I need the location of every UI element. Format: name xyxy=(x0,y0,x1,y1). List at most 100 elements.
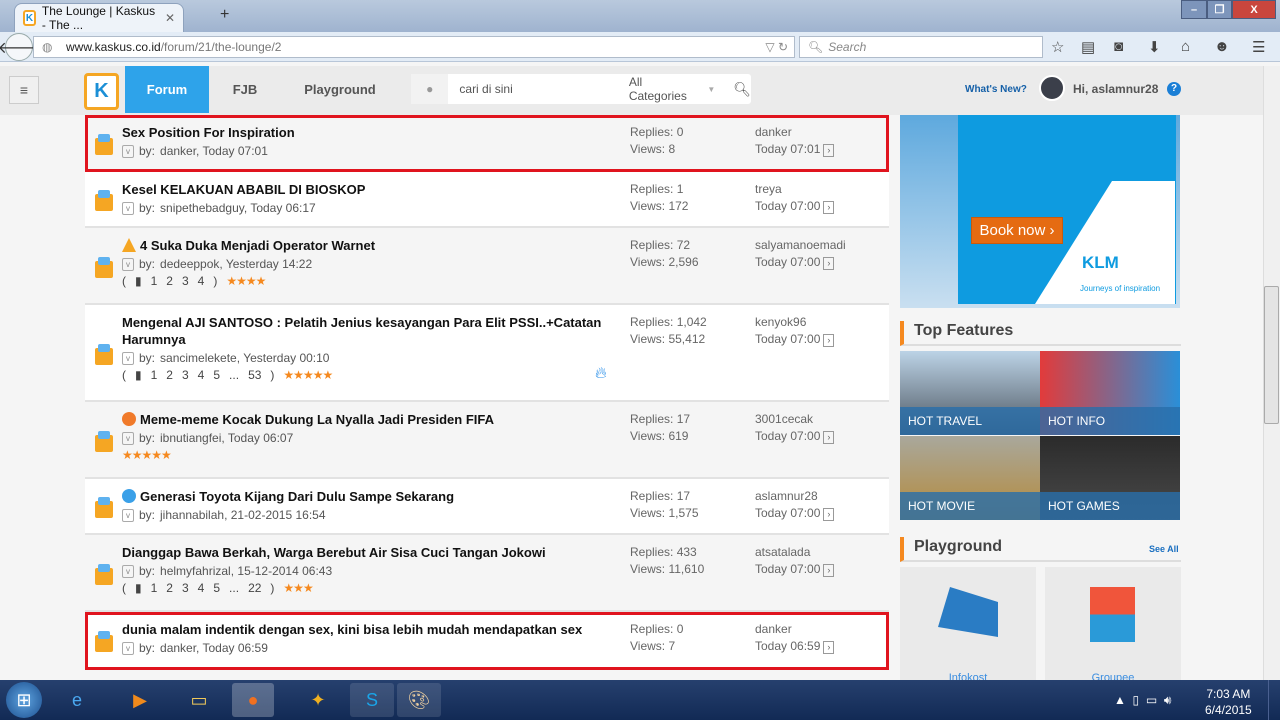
thread-row[interactable]: dunia malam indentik dengan sex, kini bi… xyxy=(85,612,889,670)
tray-icons[interactable]: ▲ ▯ ▭ 🔊︎ xyxy=(1114,693,1171,708)
page-link[interactable]: 53 xyxy=(248,368,261,382)
thread-row[interactable]: Meme-meme Kocak Dukung La Nyalla Jadi Pr… xyxy=(85,402,889,479)
thread-dropdown-icon[interactable]: v xyxy=(122,144,134,158)
thread-author[interactable]: ibnutiangfei xyxy=(160,431,221,445)
show-desktop-button[interactable] xyxy=(1268,680,1280,720)
page-link[interactable]: 2 xyxy=(166,581,173,595)
go-to-last-post-icon[interactable]: › xyxy=(823,201,835,214)
thread-title-text[interactable]: 4 Suka Duka Menjadi Operator Warnet xyxy=(140,238,375,253)
page-link[interactable]: 22 xyxy=(248,581,261,595)
thread-title-text[interactable]: Dianggap Bawa Berkah, Warga Berebut Air … xyxy=(122,545,546,560)
site-search-input[interactable]: cari di sini xyxy=(459,82,616,96)
page-link[interactable]: 4 xyxy=(198,581,205,595)
thread-title-text[interactable]: Generasi Toyota Kijang Dari Dulu Sampe S… xyxy=(140,489,454,504)
thread-title-text[interactable]: Kesel KELAKUAN ABABIL DI BIOSKOP xyxy=(122,182,365,197)
tile-hot-info[interactable]: HOT INFO xyxy=(1040,351,1180,435)
go-to-last-post-icon[interactable]: › xyxy=(823,144,835,157)
thread-row[interactable]: Kesel KELAKUAN ABABIL DI BIOSKOP v by: snip… xyxy=(85,172,889,228)
media-player-icon[interactable]: ▶ xyxy=(118,683,162,717)
thread-title-text[interactable]: Mengenal AJI SANTOSO : Pelatih Jenius ke… xyxy=(122,315,601,347)
start-button[interactable]: ⊞ xyxy=(6,682,42,718)
thread-author[interactable]: snipethebadguy xyxy=(160,201,244,215)
thread-title[interactable]: Generasi Toyota Kijang Dari Dulu Sampe S… xyxy=(122,488,622,505)
see-all-link[interactable]: See All xyxy=(1149,544,1179,554)
thread-title[interactable]: Sex Position For Inspiration xyxy=(122,124,622,141)
thread-dropdown-icon[interactable]: v xyxy=(122,641,134,655)
user-greeting[interactable]: Hi, aslamnur28 xyxy=(1073,82,1158,96)
go-to-last-post-icon[interactable]: › xyxy=(823,641,835,654)
paint-icon[interactable]: 🎨︎ xyxy=(397,683,441,717)
close-window-button[interactable]: X xyxy=(1232,0,1276,19)
whats-new-link[interactable]: What's New? xyxy=(965,84,1027,95)
page-link[interactable]: 4 xyxy=(198,368,205,382)
thread-author[interactable]: danker xyxy=(160,641,196,655)
thread-title[interactable]: Meme-meme Kocak Dukung La Nyalla Jadi Pr… xyxy=(122,411,622,428)
thread-title[interactable]: 4 Suka Duka Menjadi Operator Warnet xyxy=(122,237,622,254)
go-to-last-post-icon[interactable]: › xyxy=(823,564,835,577)
new-tab-icon[interactable]: + xyxy=(220,6,229,24)
thread-title[interactable]: Kesel KELAKUAN ABABIL DI BIOSKOP xyxy=(122,181,622,198)
thread-dropdown-icon[interactable]: v xyxy=(122,201,134,215)
thread-author[interactable]: helmyfahrizal xyxy=(160,564,231,578)
tile-hot-games[interactable]: HOT GAMES xyxy=(1040,436,1180,520)
page-link[interactable]: 1 xyxy=(151,581,158,595)
thread-row[interactable]: Generasi Toyota Kijang Dari Dulu Sampe S… xyxy=(85,479,889,535)
reload-icon[interactable]: ▽ ↻ xyxy=(765,40,788,54)
go-to-last-post-icon[interactable]: › xyxy=(823,431,835,444)
file-explorer-icon[interactable]: ▭ xyxy=(177,683,221,717)
thread-author[interactable]: danker xyxy=(160,144,196,158)
thread-author[interactable]: dedeeppok xyxy=(160,257,219,271)
home-icon[interactable]: ⌂ xyxy=(1181,38,1190,55)
internet-explorer-icon[interactable]: e xyxy=(55,683,99,717)
download-icon[interactable]: ⬇ xyxy=(1148,38,1161,56)
thread-title-text[interactable]: dunia malam indentik dengan sex, kini bi… xyxy=(122,622,582,637)
thread-author[interactable]: sancimelekete xyxy=(160,351,237,365)
last-post-user[interactable]: salyamanoemadi xyxy=(755,237,846,254)
nav-fjb[interactable]: FJB xyxy=(215,66,275,113)
thread-row[interactable]: Sex Position For Inspiration v by: danker, … xyxy=(85,115,889,172)
last-post-user[interactable]: 3001cecak xyxy=(755,411,834,428)
address-bar[interactable]: ◍ www.kaskus.co.id/forum/21/the-lounge/2… xyxy=(33,36,795,58)
page-link[interactable]: 5 xyxy=(213,368,220,382)
last-post-user[interactable]: atsatalada xyxy=(755,544,834,561)
thread-row[interactable]: Dianggap Bawa Berkah, Warga Berebut Air … xyxy=(85,535,889,612)
last-post-user[interactable]: danker xyxy=(755,621,834,638)
go-to-last-post-icon[interactable]: › xyxy=(823,334,835,347)
thread-author[interactable]: jihannabilah xyxy=(160,508,224,522)
book-now-button[interactable]: Book now › xyxy=(971,217,1063,244)
playground-infokost[interactable]: Infokost xyxy=(900,567,1036,684)
minimize-button[interactable]: – xyxy=(1181,0,1207,19)
page-link[interactable]: 1 xyxy=(151,274,158,288)
page-link[interactable]: 1 xyxy=(151,368,158,382)
category-select[interactable]: All Categories xyxy=(629,75,703,103)
kaskus-logo[interactable]: K xyxy=(84,73,119,110)
thread-dropdown-icon[interactable]: v xyxy=(122,257,134,271)
browser-search-input[interactable]: 🔍︎ Search xyxy=(799,36,1043,58)
thread-title-text[interactable]: Meme-meme Kocak Dukung La Nyalla Jadi Pr… xyxy=(140,412,494,427)
thread-title[interactable]: Dianggap Bawa Berkah, Warga Berebut Air … xyxy=(122,544,622,561)
reading-list-icon[interactable]: ▤ xyxy=(1081,38,1095,56)
thread-title-text[interactable]: Sex Position For Inspiration xyxy=(122,125,295,140)
page-link[interactable]: 2 xyxy=(166,368,173,382)
page-link[interactable]: 3 xyxy=(182,368,189,382)
menu-icon[interactable]: ☰ xyxy=(1252,38,1265,56)
search-icon[interactable]: 🔍︎ xyxy=(733,81,751,98)
go-to-last-post-icon[interactable]: › xyxy=(823,508,835,521)
page-link[interactable]: 4 xyxy=(198,274,205,288)
last-post-user[interactable]: kenyok96 xyxy=(755,314,834,331)
thread-dropdown-icon[interactable]: v xyxy=(122,508,134,522)
thread-row[interactable]: Mengenal AJI SANTOSO : Pelatih Jenius ke… xyxy=(85,305,889,402)
bookmark-star-icon[interactable]: ☆ xyxy=(1051,38,1064,56)
page-link[interactable]: 3 xyxy=(182,274,189,288)
games-icon[interactable]: ✦ xyxy=(296,683,340,717)
tile-hot-movie[interactable]: HOT MOVIE xyxy=(900,436,1040,520)
nav-forum[interactable]: Forum xyxy=(125,66,209,113)
scrollbar-thumb[interactable] xyxy=(1264,286,1279,424)
page-link[interactable]: 3 xyxy=(182,581,189,595)
page-link[interactable]: 5 xyxy=(213,581,220,595)
last-post-user[interactable]: treya xyxy=(755,181,834,198)
thread-dropdown-icon[interactable]: v xyxy=(122,431,134,445)
thread-row[interactable]: 4 Suka Duka Menjadi Operator Warnet v by: d… xyxy=(85,228,889,305)
hamburger-button[interactable]: ≡ xyxy=(9,76,39,104)
skype-icon[interactable]: S xyxy=(350,683,394,717)
